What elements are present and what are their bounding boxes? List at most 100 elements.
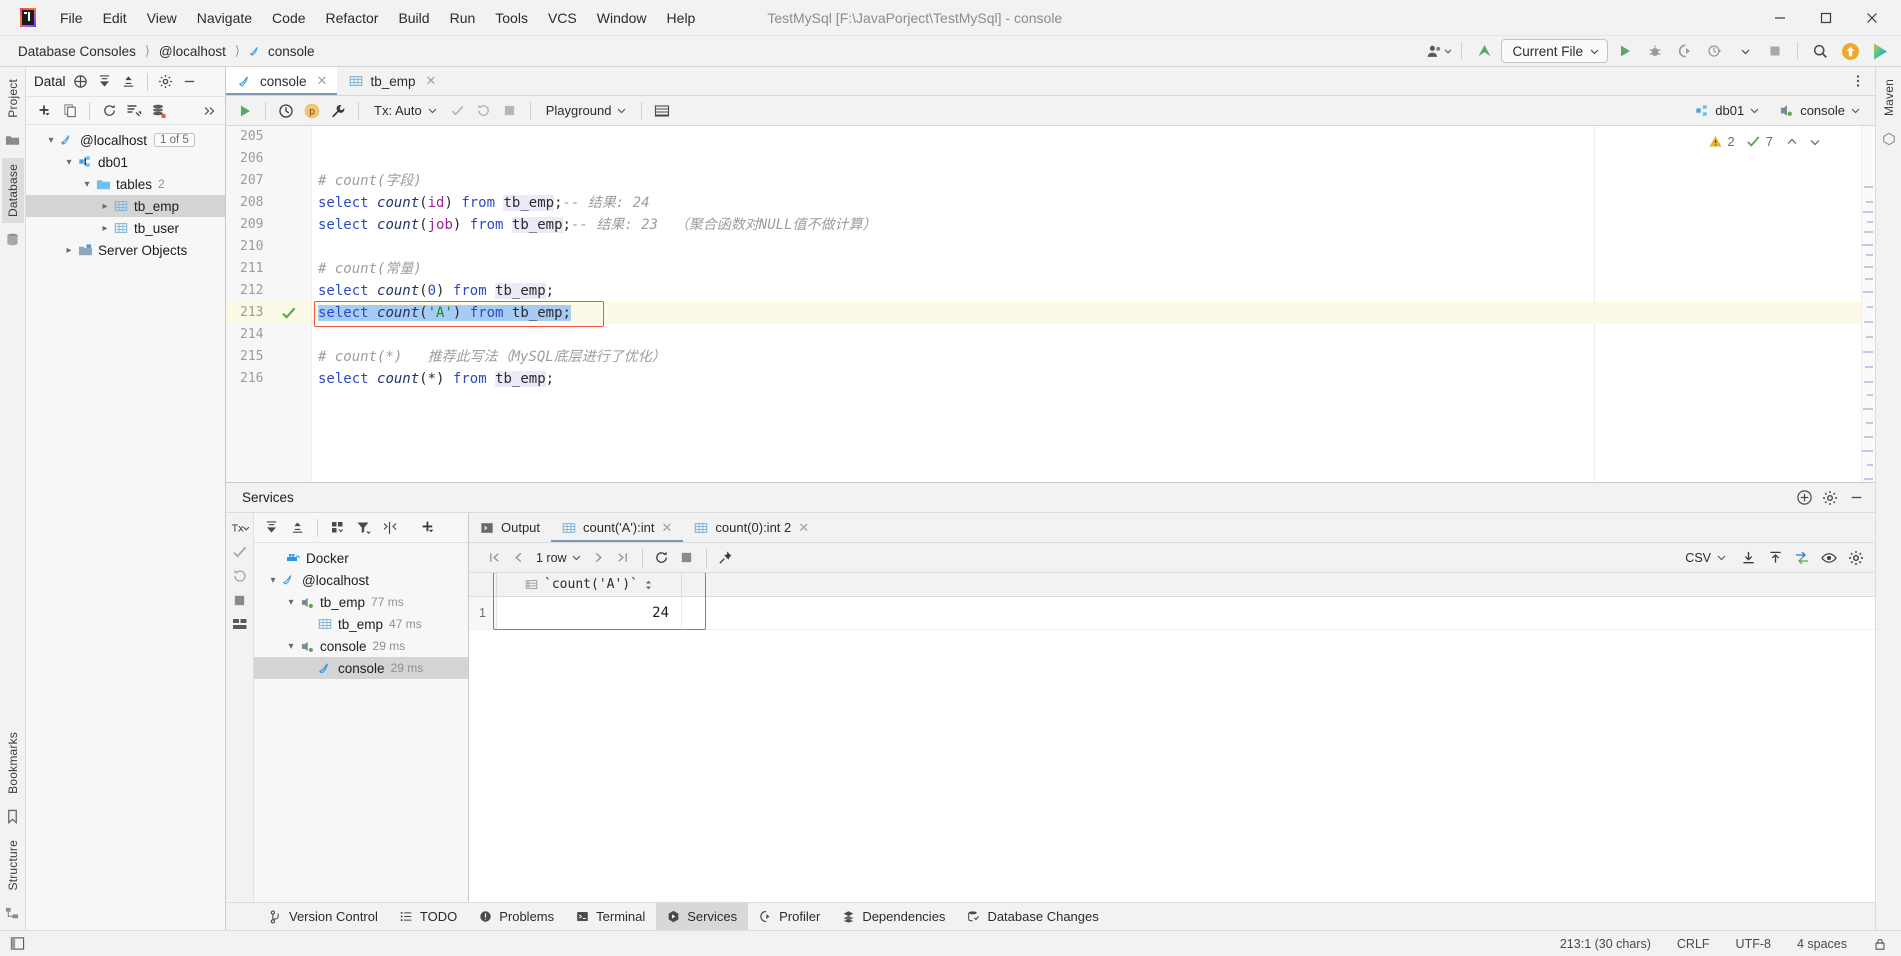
indent-setting[interactable]: 4 spaces <box>1793 935 1851 953</box>
caret-position[interactable]: 213:1 (30 chars) <box>1556 935 1655 953</box>
chevron-down-icon[interactable] <box>1732 39 1758 63</box>
menu-build[interactable]: Build <box>388 6 439 30</box>
tree-node-localhost[interactable]: ▾ @localhost 1 of 5 <box>26 129 225 151</box>
breadcrumb-item-database-consoles[interactable]: Database Consoles <box>14 42 140 61</box>
commit-icon[interactable] <box>447 100 469 122</box>
chevron-right-icon[interactable]: ▸ <box>62 245 76 256</box>
editor-layout-icon[interactable] <box>6 933 28 955</box>
collapse-all-icon[interactable] <box>94 71 116 93</box>
output-format-selector[interactable]: CSV <box>1679 549 1732 567</box>
sidebar-tab-database[interactable]: Database <box>1 157 24 223</box>
group-icon[interactable] <box>327 517 349 539</box>
profile-button[interactable] <box>1702 39 1728 63</box>
rerun-icon[interactable] <box>229 565 251 587</box>
menu-navigate[interactable]: Navigate <box>187 6 262 30</box>
gear-icon[interactable] <box>1845 547 1867 569</box>
next-page-icon[interactable] <box>588 547 610 569</box>
folder-icon[interactable] <box>4 132 22 150</box>
explain-plan-icon[interactable]: p <box>301 100 323 122</box>
close-icon[interactable]: ✕ <box>425 73 436 89</box>
menu-vcs[interactable]: VCS <box>538 6 587 30</box>
hide-panel-icon[interactable] <box>1845 487 1867 509</box>
chevron-up-icon[interactable] <box>1786 136 1798 148</box>
database-icon[interactable] <box>4 231 22 249</box>
search-icon[interactable] <box>1807 39 1833 63</box>
execute-button[interactable] <box>234 100 256 122</box>
file-encoding[interactable]: UTF-8 <box>1732 935 1775 953</box>
schema-selector[interactable]: db01 <box>1688 100 1766 121</box>
stop-icon[interactable] <box>499 100 521 122</box>
inspection-widget[interactable]: 2 7 <box>1708 134 1821 149</box>
more-tabs-icon[interactable] <box>1847 70 1869 92</box>
bookmark-icon[interactable] <box>4 808 22 826</box>
menu-tools[interactable]: Tools <box>485 6 538 30</box>
chevron-down-icon[interactable]: ▾ <box>266 575 280 586</box>
code-editor[interactable]: 205 206 207 208 209 210 211 212 213 214 … <box>226 126 1875 482</box>
playground-selector[interactable]: Playground <box>540 100 633 121</box>
editor-gutter[interactable]: 205 206 207 208 209 210 211 212 213 214 … <box>226 126 312 482</box>
add-data-source-icon[interactable] <box>70 71 92 93</box>
tool-window-profiler[interactable]: Profiler <box>748 903 831 930</box>
breadcrumb-item-console[interactable]: console <box>245 42 319 61</box>
first-page-icon[interactable] <box>483 547 505 569</box>
stop-button[interactable] <box>1762 39 1788 63</box>
result-tab-output[interactable]: Output <box>469 513 551 542</box>
column-header-count-a[interactable]: `count('A')` <box>497 573 682 596</box>
download-icon[interactable] <box>1737 547 1759 569</box>
stop-icon[interactable] <box>676 547 698 569</box>
prev-page-icon[interactable] <box>507 547 529 569</box>
update-available-icon[interactable] <box>1837 39 1863 63</box>
coverage-button[interactable] <box>1672 39 1698 63</box>
user-group-icon[interactable] <box>1426 39 1452 63</box>
tx-icon[interactable]: Tx <box>229 517 251 539</box>
result-tab-count-0[interactable]: count(0):int 2 ✕ <box>683 513 820 542</box>
tool-window-terminal[interactable]: Terminal <box>565 903 656 930</box>
pin-icon[interactable] <box>715 547 737 569</box>
filter-icon[interactable] <box>353 517 375 539</box>
db-tools-icon[interactable] <box>148 100 170 122</box>
tool-window-services[interactable]: Services <box>656 903 749 930</box>
compare-icon[interactable] <box>1791 547 1813 569</box>
chevron-down-icon[interactable]: ▾ <box>284 641 298 652</box>
reload-icon[interactable] <box>651 547 673 569</box>
menu-window[interactable]: Window <box>587 6 657 30</box>
session-selector[interactable]: console <box>1772 100 1867 121</box>
eye-icon[interactable] <box>1818 547 1840 569</box>
rows-selector[interactable]: 1 row <box>531 549 586 567</box>
menu-help[interactable]: Help <box>657 6 706 30</box>
services-node-console-result[interactable]: console 29 ms <box>254 657 468 679</box>
services-node-console-session[interactable]: ▾ console 29 ms <box>254 635 468 657</box>
minimize-button[interactable] <box>1757 0 1803 36</box>
menu-file[interactable]: File <box>50 6 93 30</box>
jump-to-query-icon[interactable] <box>123 100 145 122</box>
check-icon[interactable] <box>229 541 251 563</box>
services-node-tb-emp-session[interactable]: ▾ tb_emp 77 ms <box>254 591 468 613</box>
services-node-tb-emp-result[interactable]: tb_emp 47 ms <box>254 613 468 635</box>
tool-window-database-changes[interactable]: Database Changes <box>956 903 1109 930</box>
chevron-down-icon[interactable]: ▾ <box>44 135 58 146</box>
tool-window-version-control[interactable]: Version Control <box>258 903 389 930</box>
menu-code[interactable]: Code <box>262 6 315 30</box>
sort-indicator-icon[interactable] <box>644 579 653 591</box>
chevron-down-icon[interactable] <box>1809 136 1821 148</box>
layout-icon[interactable] <box>379 517 401 539</box>
error-stripe[interactable] <box>1861 126 1875 482</box>
structure-icon[interactable] <box>4 904 22 922</box>
vcs-update-icon[interactable] <box>1471 39 1497 63</box>
executed-ok-icon[interactable] <box>281 302 297 324</box>
menu-refactor[interactable]: Refactor <box>316 6 389 30</box>
result-data-grid[interactable]: `count('A')` 1 24 <box>469 573 1875 902</box>
run-button[interactable] <box>1612 39 1638 63</box>
result-tab-count-a[interactable]: count('A'):int ✕ <box>551 513 684 542</box>
more-actions-icon[interactable] <box>199 100 221 122</box>
add-service-icon[interactable] <box>1793 487 1815 509</box>
tool-window-todo[interactable]: TODO <box>389 903 468 930</box>
add-icon[interactable] <box>417 517 439 539</box>
run-configuration-selector[interactable]: Current File <box>1501 39 1608 63</box>
editor-tab-console[interactable]: console ✕ <box>226 67 338 95</box>
tree-node-tb-user[interactable]: ▸ tb_user <box>26 217 225 239</box>
table-row[interactable]: 1 24 <box>469 597 1875 630</box>
services-node-localhost[interactable]: ▾ @localhost <box>254 569 468 591</box>
new-icon[interactable] <box>34 100 56 122</box>
sidebar-tab-project[interactable]: Project <box>2 73 24 124</box>
